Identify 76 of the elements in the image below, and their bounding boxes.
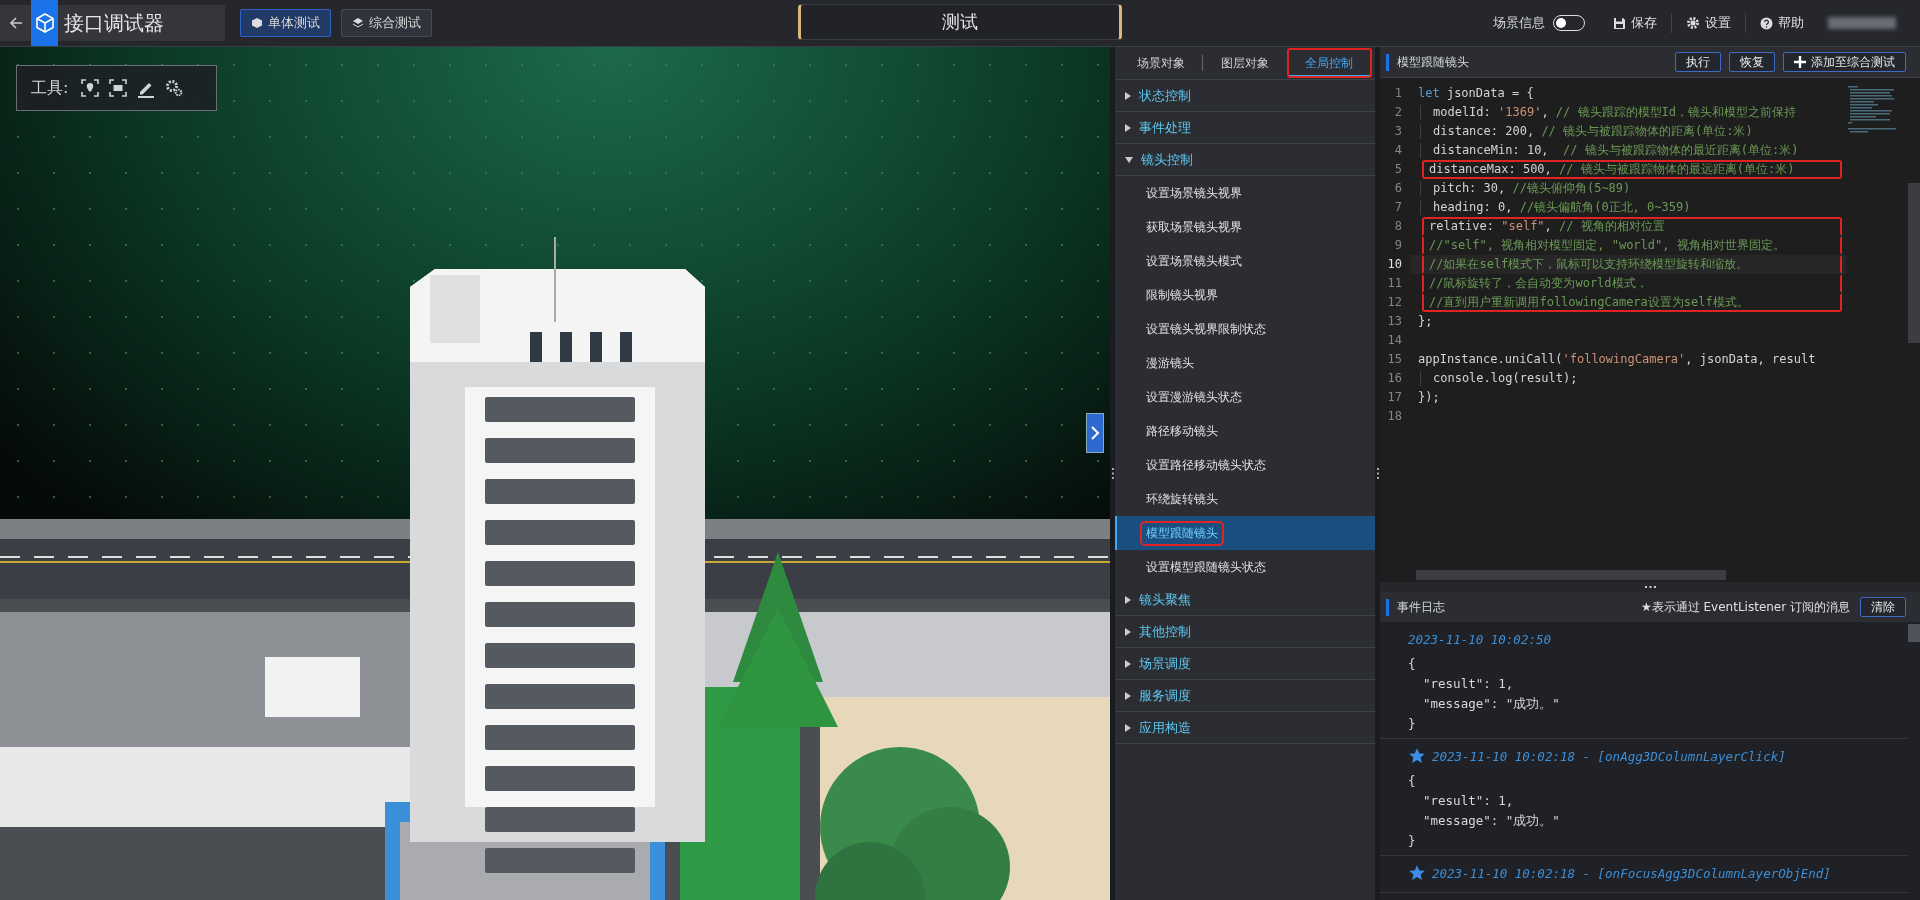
tree-item[interactable]: 设置场景镜头模式: [1115, 244, 1375, 278]
log-title: 事件日志: [1386, 598, 1445, 616]
tree-item[interactable]: 路径移动镜头: [1115, 414, 1375, 448]
line-number: 12: [1386, 294, 1402, 311]
panel-tab[interactable]: 图层对象: [1203, 49, 1287, 77]
line-number: 9: [1393, 237, 1402, 254]
tree-item[interactable]: 漫游镜头: [1115, 346, 1375, 380]
tree-group-label[interactable]: 服务调度: [1139, 686, 1191, 705]
tree-item[interactable]: 环绕旋转镜头: [1115, 482, 1375, 516]
log-json-line: }: [1408, 715, 1417, 733]
log-json-line: "message": "成功。": [1422, 695, 1561, 713]
tree-group-label[interactable]: 镜头控制: [1141, 150, 1193, 169]
mode-tab[interactable]: 单体测试: [240, 9, 331, 37]
line-number: 5: [1393, 161, 1402, 178]
tree-group-label[interactable]: 镜头聚焦: [1139, 590, 1191, 609]
log-timestamp: 2023-11-10 10:02:50: [1408, 631, 1551, 647]
line-number: 2: [1393, 104, 1402, 121]
tree-item[interactable]: 设置漫游镜头状态: [1115, 380, 1375, 414]
help-button[interactable]: 帮助: [1754, 14, 1810, 32]
mode-tab[interactable]: 综合测试: [341, 9, 432, 37]
add-to-test-button[interactable]: 添加至综合测试: [1783, 52, 1906, 72]
code-line: //鼠标旋转了，会自动变为world模式，: [1422, 274, 1842, 293]
panel-tab[interactable]: 场景对象: [1119, 49, 1203, 77]
log-json-line: }: [1408, 832, 1417, 850]
tree-group-label[interactable]: 状态控制: [1139, 86, 1191, 105]
tree-item[interactable]: 获取场景镜头视界: [1115, 210, 1375, 244]
tree-item[interactable]: 设置镜头视界限制状态: [1115, 312, 1375, 346]
code-line: };: [1417, 313, 1434, 330]
editor-button[interactable]: 执行: [1675, 52, 1721, 72]
log-json-line: "result": 1,: [1422, 792, 1515, 810]
editor-button[interactable]: 恢复: [1729, 52, 1775, 72]
settings-button[interactable]: 设置: [1680, 14, 1737, 32]
line-number: 15: [1386, 351, 1402, 368]
toolbar-label: 工具:: [31, 77, 69, 99]
save-button[interactable]: 保存: [1607, 14, 1663, 32]
line-number: 3: [1393, 123, 1402, 140]
tree-group-label[interactable]: 场景调度: [1139, 654, 1191, 673]
line-number: 1: [1393, 85, 1402, 102]
tree-item[interactable]: 设置路径移动镜头状态: [1115, 448, 1375, 482]
line-number: 10: [1386, 256, 1402, 273]
code-line: //直到用户重新调用followingCamera设置为self模式。: [1422, 293, 1842, 312]
tree-item[interactable]: 设置模型跟随镜头状态: [1115, 550, 1375, 584]
tree-item[interactable]: 限制镜头视界: [1115, 278, 1375, 312]
code-line: relative: "self", // 视角的相对位置: [1422, 217, 1842, 236]
tree-item[interactable]: 模型跟随镜头: [1115, 516, 1375, 550]
panel-tab[interactable]: 全局控制: [1287, 49, 1371, 77]
page-title: 测试: [798, 4, 1122, 40]
log-json-line: {: [1408, 655, 1417, 673]
code-line: //如果在self模式下，鼠标可以支持环绕模型旋转和缩放。: [1422, 255, 1842, 274]
line-number: 7: [1393, 199, 1402, 216]
log-timestamp: 2023-11-10 10:02:18 - [onAgg3DColumnLayerClick]: [1432, 748, 1786, 764]
line-number: 14: [1386, 332, 1402, 349]
log-json-line: "message": "成功。": [1422, 812, 1561, 830]
code-line: });: [1417, 389, 1441, 406]
tree-item[interactable]: 设置场景镜头视界: [1115, 176, 1375, 210]
tree-group-label[interactable]: 应用构造: [1139, 718, 1191, 737]
tree-group-label[interactable]: 其他控制: [1139, 622, 1191, 641]
line-number: 6: [1393, 180, 1402, 197]
code-line: let jsonData = {: [1417, 85, 1535, 102]
clear-button[interactable]: 清除: [1860, 597, 1906, 617]
legend-note: ★表示通过 EventListener 订阅的消息: [1640, 598, 1850, 616]
log-json-line: "result": 1,: [1422, 675, 1515, 693]
line-number: 18: [1386, 408, 1402, 425]
log-timestamp: 2023-11-10 10:02:18 - [onFocusAgg3DColumnLayerObjEnd]: [1432, 865, 1831, 881]
line-number: 11: [1386, 275, 1402, 292]
scene-info-label: 场景信息: [1493, 14, 1545, 32]
app-title: 接口调试器: [64, 9, 164, 37]
line-number: 13: [1386, 313, 1402, 330]
editor-title: 模型跟随镜头: [1386, 53, 1469, 71]
line-number: 8: [1393, 218, 1402, 235]
line-number: 16: [1386, 370, 1402, 387]
tree-group-label[interactable]: 事件处理: [1139, 118, 1191, 137]
line-number: 17: [1386, 389, 1402, 406]
code-line: appInstance.uniCall('followingCamera', jsonData, result: [1417, 351, 1817, 368]
log-json-line: {: [1408, 772, 1417, 790]
line-number: 4: [1393, 142, 1402, 159]
